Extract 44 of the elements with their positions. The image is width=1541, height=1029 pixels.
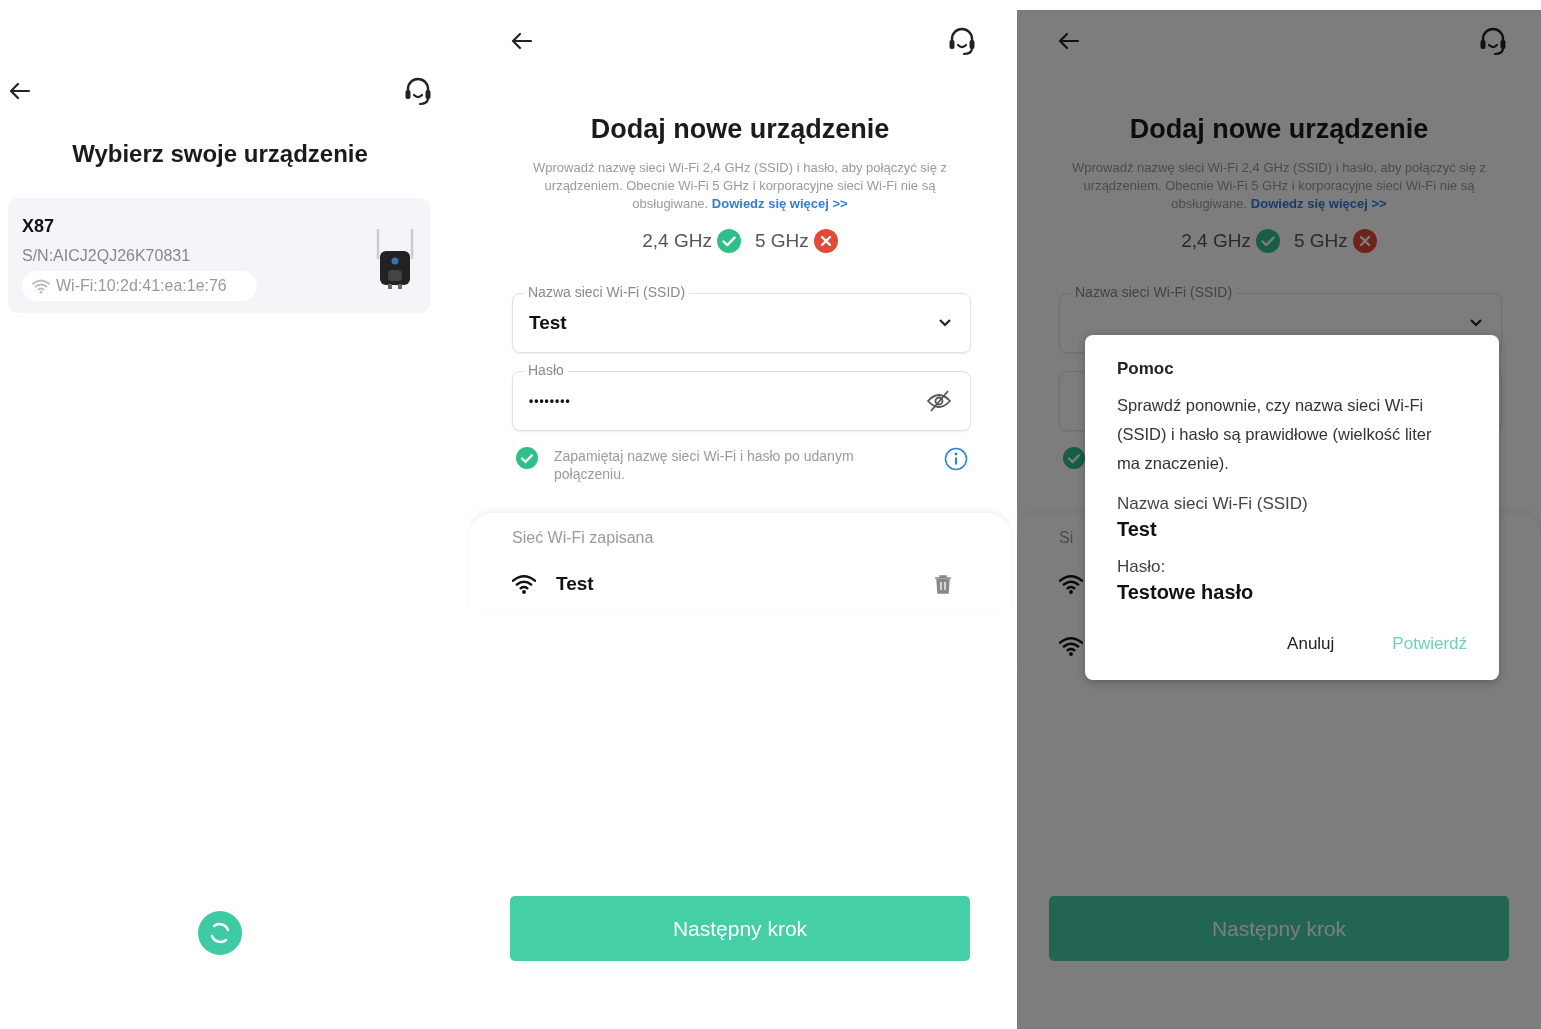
serial-number: S/N:AICJ2QJ26K70831 <box>22 247 192 265</box>
password-value: •••••••• <box>529 394 572 408</box>
wifi-address: Wi-Fi:10:2d:41:ea:1e:76 <box>56 277 227 295</box>
device-name: X87 <box>22 216 56 237</box>
section-label: Sieć Wi-Fi zapisana <box>512 529 655 547</box>
info-icon[interactable] <box>944 447 968 471</box>
wifi-icon <box>1059 573 1083 595</box>
page-title: Dodaj nowe urządzenie <box>1129 114 1429 145</box>
page-title: Wybierz swoje urządzenie <box>72 140 368 168</box>
trash-icon[interactable] <box>934 574 952 594</box>
dialog-field-label: Hasło: <box>1117 557 1167 577</box>
dialog-field-label: Nazwa sieci Wi-Fi (SSID) <box>1117 494 1309 514</box>
page-title: Dodaj nowe urządzenie <box>590 114 890 145</box>
dialog-title: Pomoc <box>1117 359 1175 379</box>
band-label: 2,4 GHz <box>642 230 712 252</box>
checkbox[interactable] <box>1063 447 1085 469</box>
remember-text: Zapamiętaj nazwę sieci Wi-Fi i hasło po udanym połączeniu. <box>554 447 855 483</box>
band-label: 5 GHz <box>1293 230 1348 252</box>
check-circle-icon <box>716 229 741 253</box>
band-label: 2,4 GHz <box>1181 230 1251 252</box>
learn-more-link[interactable]: Dowiedz się więcej >> <box>711 196 848 211</box>
chevron-down-icon <box>1469 318 1483 328</box>
wifi-icon <box>512 573 536 595</box>
checkbox[interactable] <box>516 447 538 469</box>
ssid-value: Test <box>529 312 568 334</box>
field-label: Nazwa sieci Wi-Fi (SSID) <box>1071 284 1237 301</box>
wifi-icon <box>1059 635 1083 657</box>
wifi-icon <box>32 277 50 295</box>
cross-circle-icon <box>1352 229 1377 253</box>
field-label: Nazwa sieci Wi-Fi (SSID) <box>524 284 690 301</box>
cross-circle-icon <box>813 229 838 253</box>
instructions-text: Wprowadź nazwę sieci Wi-Fi 2,4 GHz (SSID) i hasło, aby połączyć się z urządzeniem. Obecnie Wi-Fi 5 GHz i korporacyjne sieci Wi-Fi nie są obsługiwane. Dowiedz się więcej >> <box>532 159 948 213</box>
dialog-field-value: Test <box>1117 518 1158 541</box>
dialog-field-value: Testowe hasło <box>1117 581 1255 604</box>
check-circle-icon <box>1255 229 1280 253</box>
chevron-down-icon <box>938 318 952 328</box>
cancel-button[interactable]: Anuluj <box>1287 634 1335 654</box>
eye-off-icon[interactable] <box>926 389 952 413</box>
dialog-message: Sprawdź ponownie, czy nazwa sieci Wi-Fi (SSID) i hasło są prawidłowe (wielkość liter ma znaczenie). <box>1117 395 1433 474</box>
band-label: 5 GHz <box>754 230 809 252</box>
device-card[interactable]: X87 S/N:AICJ2QJ26K70831 Wi-Fi:10:2d:41:ea:1e:76 <box>8 198 430 313</box>
network-name[interactable]: Test <box>556 573 914 595</box>
camera-drawing <box>374 226 416 291</box>
loading-spinner-icon <box>198 911 242 955</box>
